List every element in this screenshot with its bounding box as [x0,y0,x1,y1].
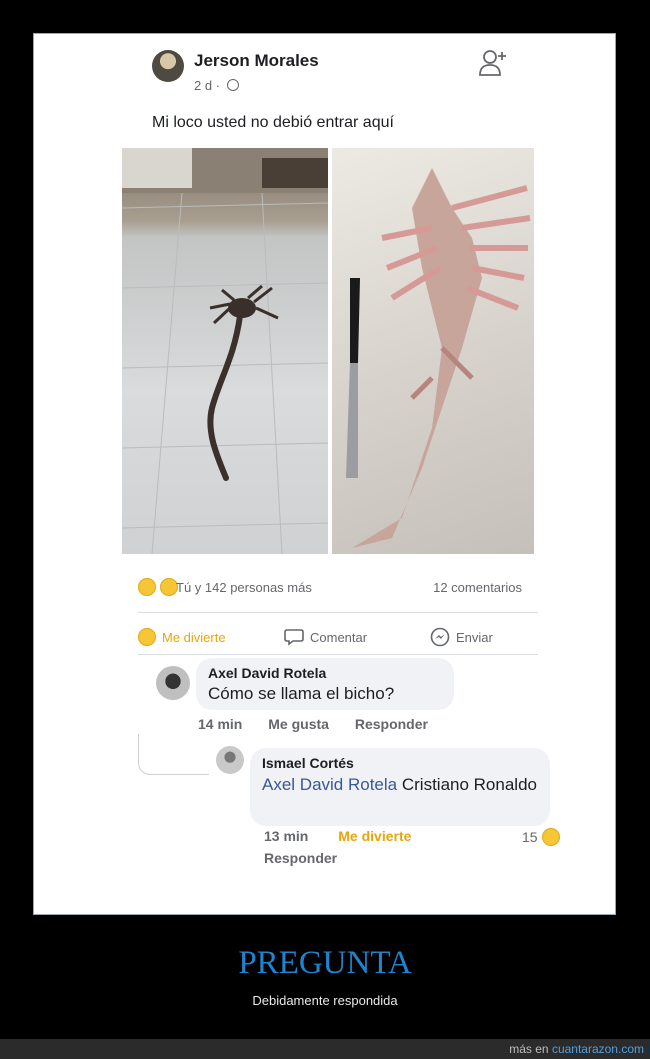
photo-right-drawing [346,168,531,548]
post-time[interactable]: 2 d · [194,78,220,93]
add-friend-icon[interactable] [478,48,508,78]
comment-time[interactable]: 14 min [198,716,242,732]
globe-icon [226,79,239,91]
facebook-post: Jerson Morales 2 d · Mi loco usted no de… [122,34,560,869]
photo-left-drawing [122,148,328,554]
comment-label: Comentar [310,629,368,645]
post-photo-floor-creature[interactable] [122,148,328,554]
comment-text: Axel David Rotela Cristiano Ronaldo [262,774,538,795]
commenter-avatar[interactable] [216,746,244,774]
reply-button[interactable]: Responder [264,850,337,866]
reply-meta: 13 min Me divierte [264,828,437,844]
commenter-name[interactable]: Ismael Cortés [262,755,538,771]
author-name[interactable]: Jerson Morales [194,51,319,71]
haha-icon [138,628,156,646]
haha-reaction-button[interactable]: Me divierte [338,828,411,844]
reactions-row: Tú y 142 personas más 12 comentarios [138,578,550,602]
divider [138,612,538,613]
like-comment-button[interactable]: Me gusta [268,716,329,732]
post-actions: Me divierte Comentar Enviar [138,624,550,652]
haha-label: Me divierte [162,629,226,645]
reply-thread-line [138,734,209,775]
haha-icon [541,828,560,846]
reaction-count: 15 [522,829,538,845]
footer-text: más en cuantarazon.com [509,1042,644,1056]
caption-title: PREGUNTA [238,945,412,981]
post-meta: 2 d · [194,78,239,93]
messenger-icon [430,627,450,647]
reply-reaction-count[interactable]: 15 [522,828,560,846]
reaction-icons[interactable] [138,578,178,596]
screenshot-frame: Jerson Morales 2 d · Mi loco usted no de… [33,33,616,915]
haha-reaction-icon [138,578,156,596]
reactions-summary[interactable]: Tú y 142 personas más [176,580,312,595]
reply-button[interactable]: Responder [355,716,428,732]
footer-prefix: más en [509,1042,552,1056]
reply-text: Cristiano Ronaldo [397,775,537,794]
comment-meta: 14 min Me gusta Responder [198,716,450,732]
post-text: Mi loco usted no debió entrar aquí [152,114,394,131]
comment-text: Cómo se llama el bicho? [208,684,395,703]
reply-bubble: Ismael Cortés Axel David Rotela Cristian… [250,748,550,826]
mention-link[interactable]: Axel David Rotela [262,775,397,794]
haha-button[interactable]: Me divierte [138,624,226,650]
caption-subtitle: Debidamente respondida [252,993,398,1008]
comment-button[interactable]: Comentar [284,624,367,650]
comment-bubble: Axel David Rotela Cómo se llama el bicho… [196,658,454,710]
divider [138,654,538,655]
sad-reaction-icon [159,578,178,596]
send-label: Enviar [456,629,493,645]
author-avatar[interactable] [152,50,184,82]
commenter-avatar[interactable] [156,666,190,700]
post-photo-carcass-knife[interactable] [332,148,534,554]
commenter-name[interactable]: Axel David Rotela [208,665,442,681]
send-button[interactable]: Enviar [430,624,493,650]
site-link[interactable]: cuantarazon.com [552,1042,644,1056]
comment-icon [284,629,304,646]
comment-time[interactable]: 13 min [264,828,308,844]
footer-bar: más en cuantarazon.com [0,1039,650,1059]
comments-count[interactable]: 12 comentarios [433,580,522,595]
